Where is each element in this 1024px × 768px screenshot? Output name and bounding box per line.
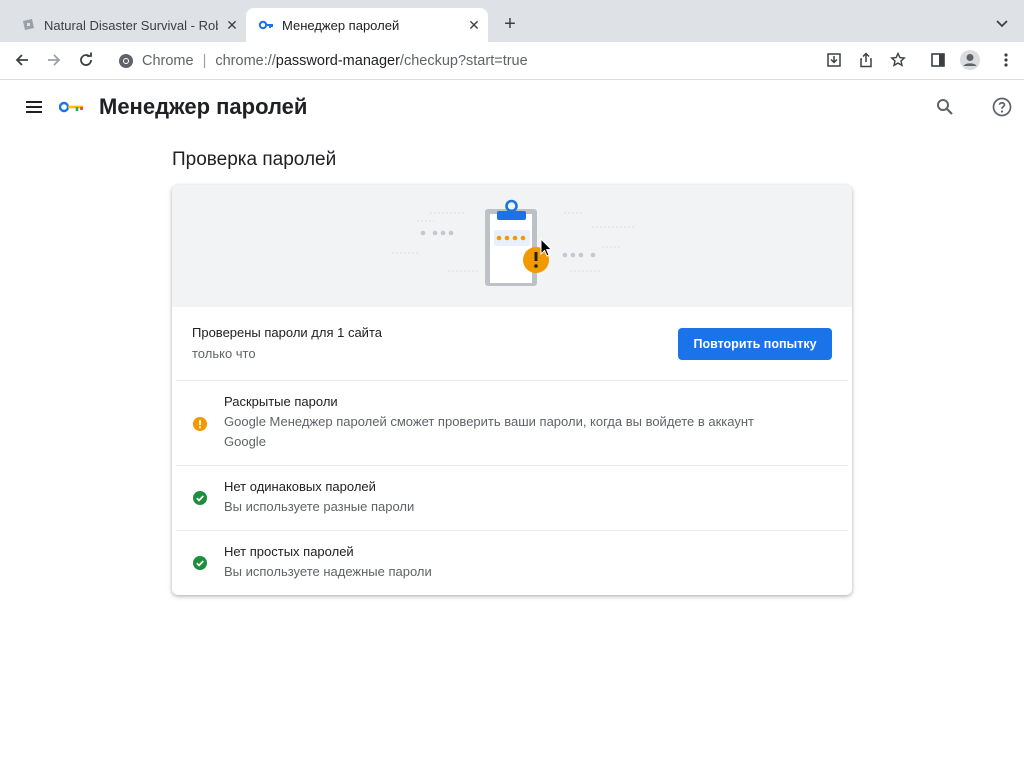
password-manager-key-logo-icon xyxy=(58,100,85,114)
roblox-favicon-icon xyxy=(20,17,36,33)
section-title: Проверка паролей xyxy=(172,149,337,170)
menu-kebab-icon[interactable] xyxy=(994,48,1018,72)
tab-close-icon[interactable]: ✕ xyxy=(460,17,488,34)
item-title: Нет одинаковых паролей xyxy=(224,479,376,494)
item-description: Вы используете разные пароли xyxy=(224,499,415,514)
omnibox-separator: | xyxy=(202,52,207,69)
address-bar[interactable]: Chrome | chrome://password-manager/check… xyxy=(108,45,848,76)
tab-strip: Natural Disaster Survival - Rob ✕ Менедж… xyxy=(0,0,1024,42)
tab-close-icon[interactable]: ✕ xyxy=(218,17,246,34)
list-item-weak[interactable]: Нет простых паролей Вы используете надеж… xyxy=(172,530,852,595)
share-icon[interactable] xyxy=(854,48,878,72)
url-path: /checkup?start=true xyxy=(399,52,528,69)
mouse-cursor-icon xyxy=(540,237,554,258)
app-title: Менеджер паролей xyxy=(99,94,308,119)
tab-search-chevron-icon[interactable] xyxy=(990,12,1014,36)
warning-icon xyxy=(193,417,207,431)
install-download-icon[interactable] xyxy=(822,48,846,72)
hamburger-menu-icon[interactable] xyxy=(24,98,44,116)
new-tab-plus-icon[interactable]: + xyxy=(498,12,522,36)
item-description: Google Менеджер паролей сможет проверить… xyxy=(224,414,754,449)
tab-password-manager[interactable]: Менеджер паролей ✕ xyxy=(246,8,488,42)
checked-time-text: только что xyxy=(192,346,256,361)
back-arrow-icon[interactable] xyxy=(10,48,34,72)
list-item-compromised[interactable]: Раскрытые пароли Google Менеджер паролей… xyxy=(172,380,852,465)
url-host: password-manager xyxy=(275,52,400,69)
checkup-card: Проверены пароли для 1 сайта только что … xyxy=(172,185,852,595)
url-scheme: chrome:// xyxy=(215,52,276,69)
checkup-status: Проверены пароли для 1 сайта только что xyxy=(192,325,382,361)
bookmark-star-icon[interactable] xyxy=(886,48,910,72)
item-title: Раскрытые пароли xyxy=(224,394,338,409)
checkup-banner-illustration xyxy=(172,185,852,307)
check-circle-icon xyxy=(193,491,207,505)
key-favicon-icon xyxy=(258,17,274,33)
tab-roblox[interactable]: Natural Disaster Survival - Rob ✕ xyxy=(8,8,246,42)
checked-sites-text: Проверены пароли для 1 сайта xyxy=(192,325,382,340)
item-description: Вы используете надежные пароли xyxy=(224,564,432,579)
profile-avatar-icon[interactable] xyxy=(958,48,982,72)
check-circle-icon xyxy=(193,556,207,570)
search-icon[interactable] xyxy=(936,98,954,116)
tab-title: Менеджер паролей xyxy=(282,17,400,33)
reload-icon[interactable] xyxy=(74,48,98,72)
side-panel-icon[interactable] xyxy=(926,48,950,72)
chrome-logo-icon xyxy=(118,53,134,69)
help-icon[interactable] xyxy=(992,97,1012,117)
forward-arrow-icon[interactable] xyxy=(42,48,66,72)
list-item-reused[interactable]: Нет одинаковых паролей Вы используете ра… xyxy=(172,465,852,530)
site-chip: Chrome xyxy=(142,52,194,69)
tab-title: Natural Disaster Survival - Rob xyxy=(44,17,218,33)
item-title: Нет простых паролей xyxy=(224,544,354,559)
retry-button[interactable]: Повторить попытку xyxy=(678,328,832,360)
browser-toolbar: Chrome | chrome://password-manager/check… xyxy=(0,42,1024,80)
app-header: Менеджер паролей xyxy=(0,80,1024,136)
